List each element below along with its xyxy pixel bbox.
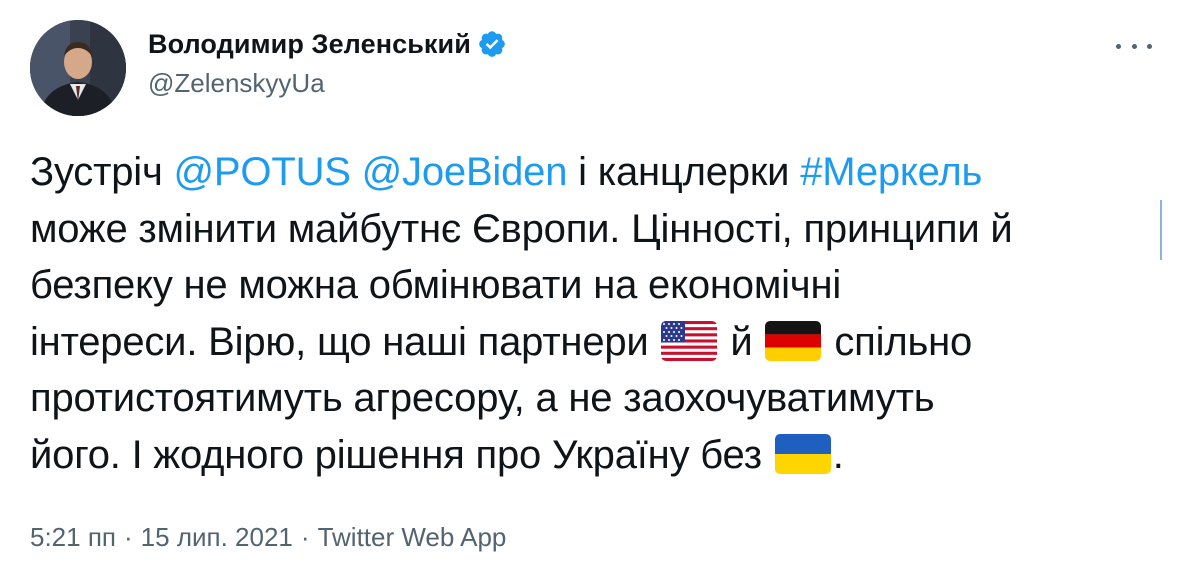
tweet-text-segment: його. І жодного рішення про Україну без: [30, 432, 773, 477]
mention-joebiden-link[interactable]: @JoeBiden: [362, 150, 568, 194]
ukraine-flag-icon: [774, 433, 831, 474]
tweet-text-segment: [351, 150, 362, 194]
tweet-meta: 5:21 пп · 15 лип. 2021 · Twitter Web App: [30, 522, 506, 553]
meta-separator: ·: [300, 522, 310, 552]
tweet-time: 5:21 пп: [30, 522, 116, 552]
tweet-text-segment: й: [719, 319, 764, 364]
more-options-icon-dot: [1131, 43, 1137, 49]
tweet-date: 15 лип. 2021: [140, 522, 293, 552]
tweet-line: протистоятимуть агресору, а не заохочува…: [30, 376, 935, 420]
germany-flag-icon: [765, 320, 822, 361]
hashtag-link[interactable]: #Меркель: [800, 150, 982, 194]
author-name-row: Володимир Зеленський: [148, 26, 507, 62]
tweet-text-segment: Зустріч: [30, 150, 174, 194]
more-options-icon-dot: [1147, 43, 1152, 49]
author-handle[interactable]: @ZelenskyyUa: [148, 68, 507, 99]
tweet-line: його. І жодного рішення про Україну без …: [30, 427, 1150, 484]
tweet-line: безпеку не можна обмінювати на економічн…: [30, 263, 842, 307]
tweet-card: Володимир Зеленський @ZelenskyyUa Зустрі…: [0, 0, 1184, 578]
verified-badge-icon: [477, 29, 507, 59]
avatar[interactable]: [30, 20, 126, 116]
tweet-line: може змінити майбутнє Європи. Цінності, …: [30, 206, 1013, 251]
tweet-text: Зустріч @POTUS @JoeBiden і канцлерки #Ме…: [30, 144, 1150, 483]
tweet-time-link[interactable]: 5:21 пп · 15 лип. 2021: [30, 522, 293, 552]
meta-separator: ·: [124, 522, 133, 552]
more-options-icon: [1116, 43, 1121, 49]
tweet-line: інтереси. Вірю, що наші партнери й спіль…: [30, 314, 1150, 371]
us-flag-icon: [661, 320, 718, 361]
tweet-text-segment: .: [832, 432, 844, 477]
author-display-name[interactable]: Володимир Зеленський: [148, 29, 471, 60]
mention-potus-link[interactable]: @POTUS: [174, 150, 351, 194]
tweet-text-segment: і канцлерки: [567, 150, 801, 194]
tweet-text-segment: інтереси. Вірю, що наші партнери: [30, 319, 660, 364]
more-options-button[interactable]: [1116, 36, 1152, 56]
tweet-line: Зустріч @POTUS @JoeBiden і канцлерки #Ме…: [30, 144, 1150, 201]
author-block: Володимир Зеленський @ZelenskyyUa: [148, 26, 507, 99]
avatar-photo-icon: [30, 20, 126, 116]
tweet-source-link[interactable]: Twitter Web App: [318, 522, 507, 552]
tweet-text-segment: спільно: [823, 319, 973, 364]
text-cursor: [1160, 200, 1162, 260]
